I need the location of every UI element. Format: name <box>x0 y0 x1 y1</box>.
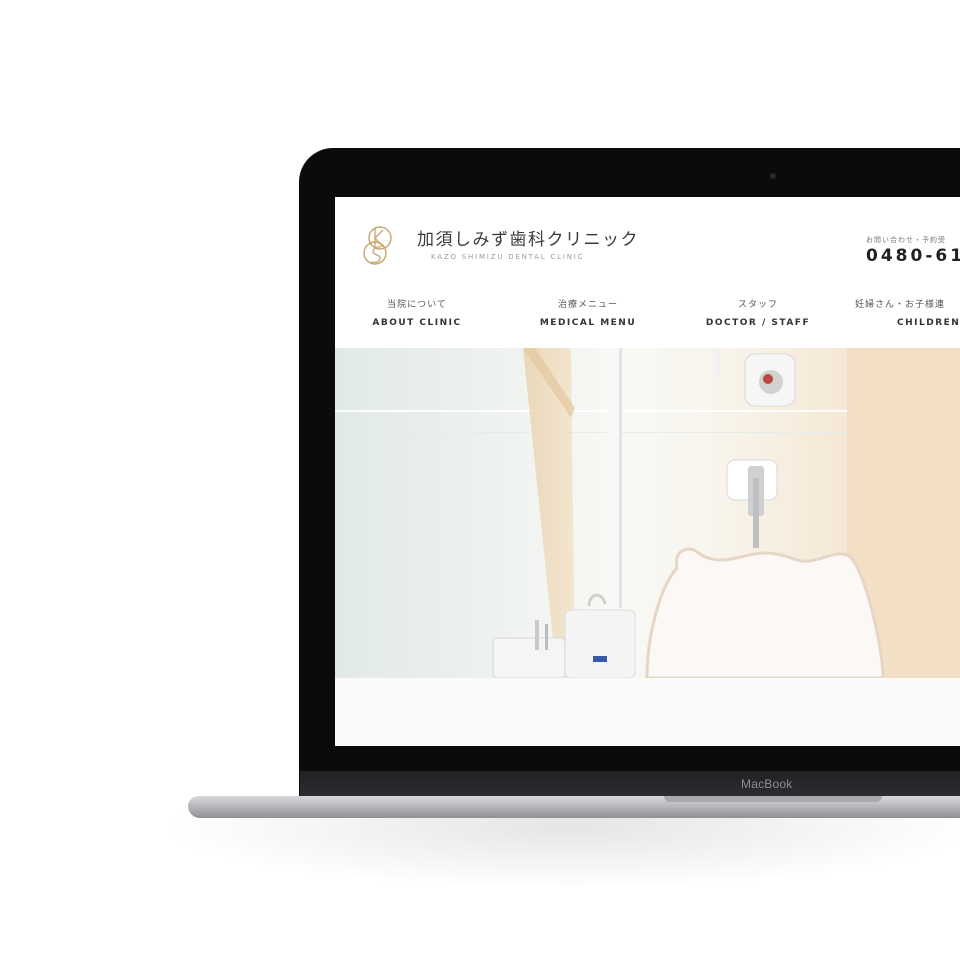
page-below-hero <box>335 678 960 746</box>
laptop-shadow <box>160 810 960 890</box>
nav-label-ja: 当院について <box>387 300 447 310</box>
nav-label-en: ABOUT CLINIC <box>372 318 462 328</box>
nav-medical-menu[interactable]: 治療メニュー MEDICAL MENU <box>518 297 658 328</box>
browser-viewport: 加須しみず歯科クリニック KAZO SHIMIZU DENTAL CLINIC … <box>335 197 960 746</box>
nav-children[interactable]: 妊婦さん・お子様連 CHILDREN <box>855 297 960 328</box>
site-title[interactable]: 加須しみず歯科クリニック <box>417 225 639 250</box>
nav-label-en: MEDICAL MENU <box>539 318 637 328</box>
nav-label-ja: 治療メニュー <box>557 300 618 310</box>
nav-label-en: CHILDREN <box>897 318 960 328</box>
laptop-hinge <box>300 771 960 797</box>
device-brand-label: MacBook <box>741 777 793 791</box>
webcam-icon <box>770 173 776 179</box>
laptop-base-notch <box>664 796 882 802</box>
contact-label: お問い合わせ・予約受 <box>866 236 946 244</box>
phone-number[interactable]: 0480-61- <box>866 246 960 266</box>
site-subtitle: KAZO SHIMIZU DENTAL CLINIC <box>431 253 585 261</box>
nav-label-ja: スタッフ <box>737 300 778 310</box>
ks-monogram-logo-icon[interactable] <box>361 222 397 268</box>
nav-label-ja: 妊婦さん・お子様連 <box>855 300 946 310</box>
nav-about-clinic[interactable]: 当院について ABOUT CLINIC <box>347 297 487 328</box>
nav-doctor-staff[interactable]: スタッフ DOCTOR / STAFF <box>688 297 828 328</box>
dental-chair-photo <box>335 348 960 678</box>
nav-label-en: DOCTOR / STAFF <box>705 318 811 328</box>
